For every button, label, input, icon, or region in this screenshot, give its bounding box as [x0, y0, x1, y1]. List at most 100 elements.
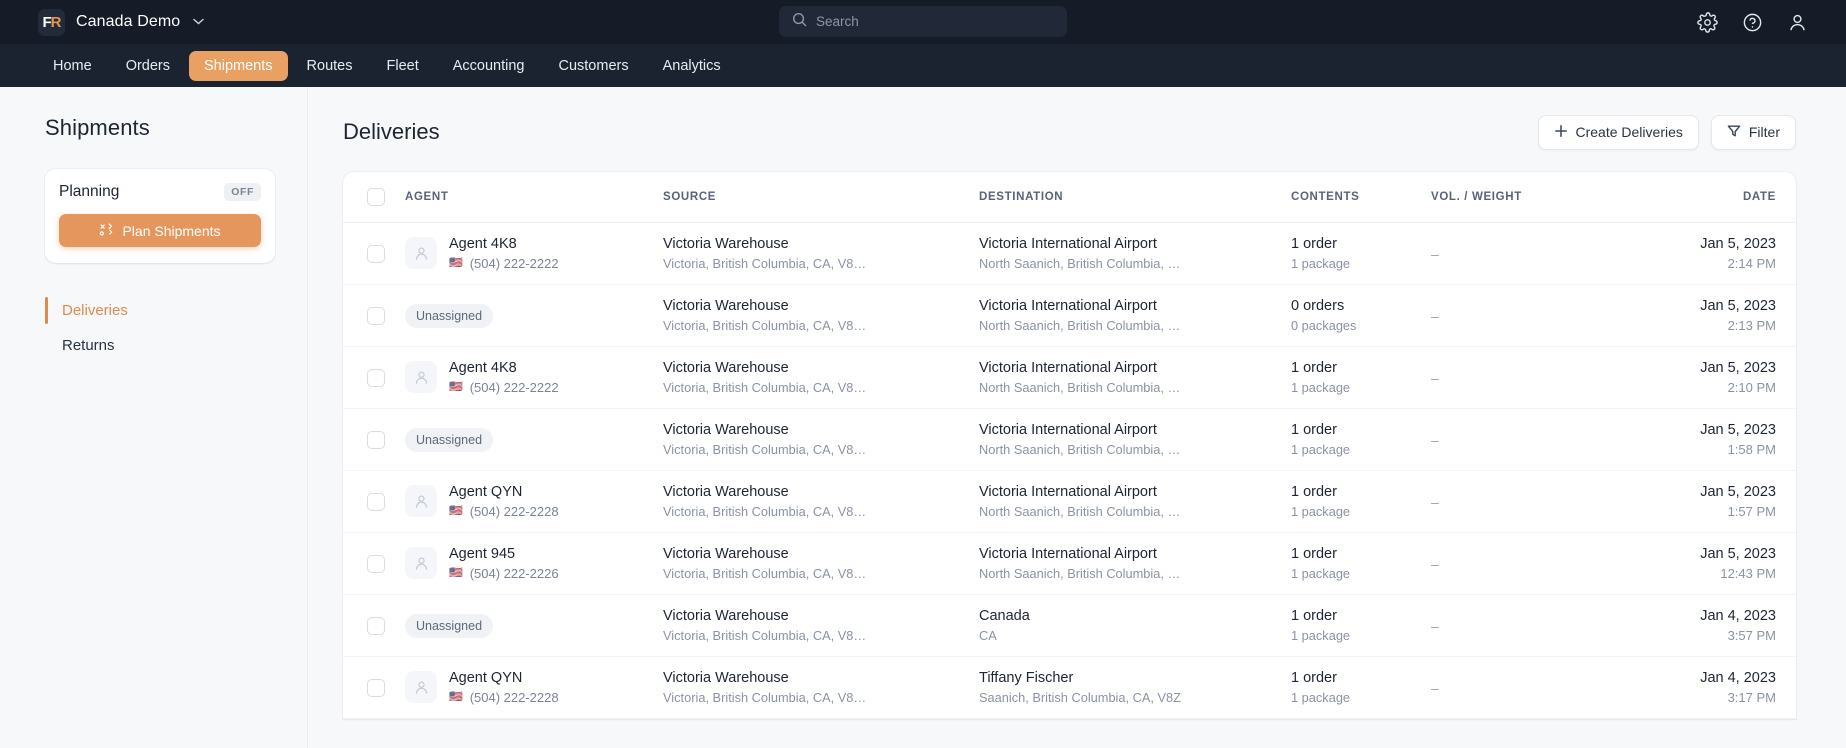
brand-selector[interactable]: FR Canada Demo	[0, 9, 204, 36]
contents-column: 1 order 1 package	[1291, 533, 1431, 595]
agent-column: Agent QYN 🇺🇸 (504) 222-2228	[405, 471, 663, 533]
row-checkbox[interactable]	[367, 307, 385, 325]
nav-item-routes[interactable]: Routes	[292, 51, 368, 81]
search-box[interactable]	[779, 6, 1067, 37]
column-header-date[interactable]: DATE	[1626, 172, 1776, 223]
filter-button[interactable]: Filter	[1711, 115, 1796, 150]
chevron-down-icon[interactable]	[193, 16, 204, 28]
nav-item-shipments[interactable]: Shipments	[189, 51, 288, 81]
row-checkbox[interactable]	[367, 617, 385, 635]
sidebar-item-deliveries[interactable]: Deliveries	[45, 293, 275, 328]
column-header-vol-weight[interactable]: VOL. / WEIGHT	[1431, 172, 1626, 223]
sidebar: Shipments Planning OFF Plan Shipments	[0, 87, 308, 748]
row-checkbox[interactable]	[367, 245, 385, 263]
agent-phone-row: 🇺🇸 (504) 222-2222	[449, 379, 559, 397]
avatar	[405, 237, 437, 269]
destination-column: Victoria International Airport North Saa…	[979, 347, 1291, 409]
date-column: Jan 5, 2023 12:43 PM	[1626, 533, 1776, 595]
contents-column: 0 orders 0 packages	[1291, 285, 1431, 347]
row-select-cell	[343, 471, 405, 533]
flag-icon: 🇺🇸	[449, 692, 463, 703]
user-avatar-icon[interactable]	[1787, 12, 1808, 33]
source-column: Victoria Warehouse Victoria, British Col…	[663, 595, 979, 657]
destination-name: Victoria International Airport	[979, 482, 1291, 502]
vol-weight-column: –	[1431, 595, 1626, 657]
row-checkbox[interactable]	[367, 493, 385, 511]
nav-item-analytics[interactable]: Analytics	[648, 51, 736, 81]
table-row[interactable]: Unassigned Victoria Warehouse Victoria, …	[343, 595, 1796, 657]
column-header-status[interactable]: STATUS	[1776, 172, 1796, 223]
status-column: DSP	[1776, 347, 1796, 409]
contents-packages: 1 package	[1291, 379, 1431, 397]
row-checkbox[interactable]	[367, 369, 385, 387]
agent-phone: (504) 222-2222	[470, 379, 559, 397]
sidebar-item-returns[interactable]: Returns	[45, 328, 275, 363]
destination-address: Saanich, British Columbia, CA, V8Z	[979, 689, 1291, 707]
agent-info: Agent QYN 🇺🇸 (504) 222-2228	[449, 669, 559, 706]
status-column: PLN	[1776, 409, 1796, 471]
gear-icon[interactable]	[1697, 12, 1718, 33]
agent-name: Agent 4K8	[449, 235, 559, 255]
table-row[interactable]: Agent 4K8 🇺🇸 (504) 222-2222 Victoria War…	[343, 223, 1796, 285]
table-row[interactable]: Agent 4K8 🇺🇸 (504) 222-2222 Victoria War…	[343, 347, 1796, 409]
search-icon	[792, 12, 807, 32]
row-checkbox[interactable]	[367, 679, 385, 697]
vol-weight-column: –	[1431, 533, 1626, 595]
nav-item-fleet[interactable]: Fleet	[371, 51, 433, 81]
vol-weight-column: –	[1431, 409, 1626, 471]
select-all-checkbox[interactable]	[367, 188, 385, 206]
source-address: Victoria, British Columbia, CA, V8…	[663, 627, 979, 645]
contents-orders: 1 order	[1291, 668, 1431, 688]
contents-packages: 1 package	[1291, 503, 1431, 521]
plan-shipments-button[interactable]: Plan Shipments	[59, 214, 261, 247]
destination-name: Victoria International Airport	[979, 296, 1291, 316]
destination-column: Victoria International Airport North Saa…	[979, 223, 1291, 285]
date-value: Jan 5, 2023	[1626, 234, 1776, 254]
create-deliveries-button[interactable]: Create Deliveries	[1538, 115, 1699, 150]
row-checkbox[interactable]	[367, 555, 385, 573]
source-column: Victoria Warehouse Victoria, British Col…	[663, 409, 979, 471]
agent-name: Agent QYN	[449, 669, 559, 689]
nav-item-home[interactable]: Home	[38, 51, 107, 81]
table-row[interactable]: Unassigned Victoria Warehouse Victoria, …	[343, 409, 1796, 471]
destination-column: Victoria International Airport North Saa…	[979, 409, 1291, 471]
sidebar-links: Deliveries Returns	[45, 293, 275, 363]
table-row[interactable]: Unassigned Victoria Warehouse Victoria, …	[343, 285, 1796, 347]
search-input[interactable]	[816, 14, 1054, 29]
source-column: Victoria Warehouse Victoria, British Col…	[663, 347, 979, 409]
row-select-cell	[343, 595, 405, 657]
avatar	[405, 671, 437, 703]
nav-item-accounting[interactable]: Accounting	[438, 51, 540, 81]
vol-weight-value: –	[1431, 494, 1439, 510]
destination-address: CA	[979, 627, 1291, 645]
destination-name: Tiffany Fischer	[979, 668, 1291, 688]
agent-column: Agent 4K8 🇺🇸 (504) 222-2222	[405, 347, 663, 409]
nav-item-customers[interactable]: Customers	[543, 51, 643, 81]
help-icon[interactable]	[1742, 12, 1763, 33]
contents-packages: 1 package	[1291, 565, 1431, 583]
agent-column: Unassigned	[405, 285, 663, 347]
agent-name: Agent 945	[449, 545, 559, 565]
column-header-destination[interactable]: DESTINATION	[979, 172, 1291, 223]
column-header-contents[interactable]: CONTENTS	[1291, 172, 1431, 223]
time-value: 12:43 PM	[1626, 565, 1776, 583]
plus-icon	[1554, 124, 1568, 141]
table-head: AGENT SOURCE DESTINATION CONTENTS VOL. /…	[343, 172, 1796, 223]
agent-phone: (504) 222-2228	[470, 689, 559, 707]
table-row[interactable]: Agent QYN 🇺🇸 (504) 222-2228 Victoria War…	[343, 471, 1796, 533]
time-value: 2:14 PM	[1626, 255, 1776, 273]
time-value: 3:17 PM	[1626, 689, 1776, 707]
planning-card: Planning OFF Plan Shipments	[45, 169, 275, 263]
top-bar: FR Canada Demo	[0, 0, 1846, 44]
row-checkbox[interactable]	[367, 431, 385, 449]
table-row[interactable]: Agent 945 🇺🇸 (504) 222-2226 Victoria War…	[343, 533, 1796, 595]
column-header-source[interactable]: SOURCE	[663, 172, 979, 223]
table-row[interactable]: Agent QYN 🇺🇸 (504) 222-2228 Victoria War…	[343, 657, 1796, 719]
nav-item-orders[interactable]: Orders	[111, 51, 185, 81]
planning-toggle-state[interactable]: OFF	[224, 183, 261, 201]
source-name: Victoria Warehouse	[663, 482, 979, 502]
row-select-cell	[343, 409, 405, 471]
row-select-cell	[343, 347, 405, 409]
flag-icon: 🇺🇸	[449, 258, 463, 269]
column-header-agent[interactable]: AGENT	[405, 172, 663, 223]
